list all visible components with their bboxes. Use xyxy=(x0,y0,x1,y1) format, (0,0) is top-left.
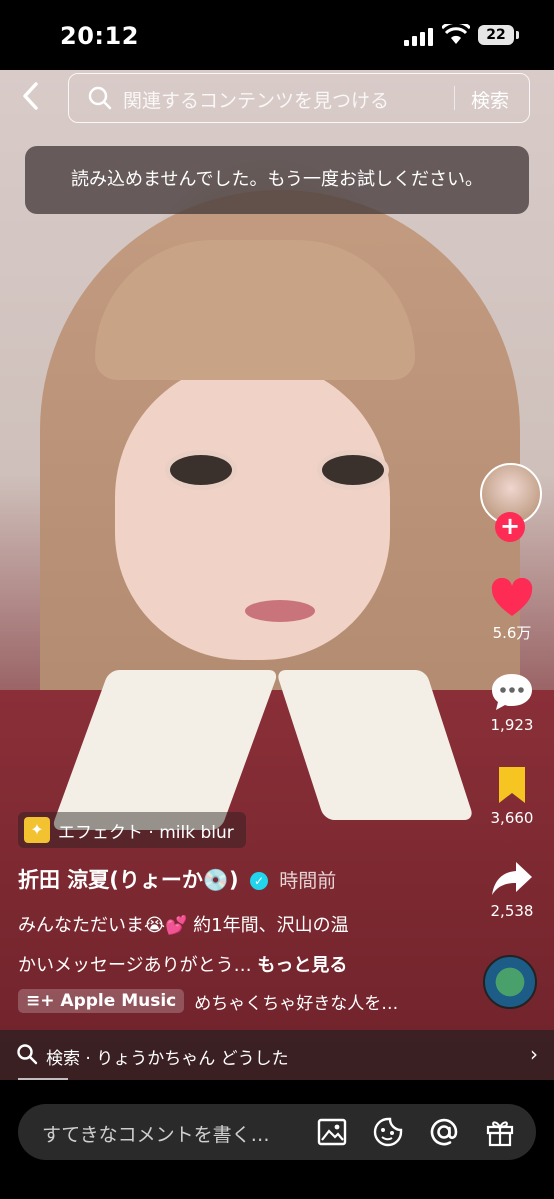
save-count: 3,660 xyxy=(490,809,534,827)
top-bar: 関連するコンテンツを見つける 検索 xyxy=(0,70,554,130)
search-button[interactable]: 検索 xyxy=(471,86,509,113)
follow-button[interactable]: + xyxy=(495,512,525,542)
save-button[interactable]: 3,660 xyxy=(476,765,548,827)
like-count: 5.6万 xyxy=(492,624,532,642)
battery-icon: 22 xyxy=(478,25,519,45)
apple-music-badge[interactable]: ≡+ Apple Music xyxy=(18,989,185,1013)
back-button[interactable] xyxy=(20,80,40,121)
effect-sparkle-icon: ✦ xyxy=(24,817,50,843)
author-row[interactable]: 折田 涼夏(りょーか💿) ✓ 時間前 xyxy=(18,864,336,894)
comment-button[interactable]: 1,923 xyxy=(476,672,548,734)
gift-icon[interactable] xyxy=(484,1116,516,1148)
comment-placeholder: すてきなコメントを書く… xyxy=(42,1124,270,1146)
share-arrow-icon xyxy=(492,862,532,895)
chevron-right-icon: › xyxy=(530,1042,538,1066)
music-title: めちゃくちゃ好きな人を… xyxy=(194,993,399,1014)
share-count: 2,538 xyxy=(490,902,534,920)
cellular-signal-icon xyxy=(404,28,436,46)
author-name: 折田 涼夏(りょーか💿) xyxy=(18,868,239,892)
error-toast: 読み込めませんでした。もう一度お試しください。 xyxy=(25,146,529,214)
heart-icon xyxy=(491,578,533,616)
related-search-text: 検索 · りょうかちゃん どうした xyxy=(46,1049,289,1069)
share-button[interactable]: 2,538 xyxy=(476,858,548,920)
image-icon[interactable] xyxy=(316,1116,348,1148)
like-button[interactable]: 5.6万 xyxy=(476,578,548,643)
mention-icon[interactable] xyxy=(428,1116,460,1148)
effect-label: エフェクト · milk blur xyxy=(58,822,234,843)
music-disc-icon[interactable] xyxy=(483,955,537,1009)
post-time: 時間前 xyxy=(279,870,337,892)
chevron-left-icon xyxy=(23,82,38,110)
related-search-bar[interactable]: 検索 · りょうかちゃん どうした › xyxy=(0,1030,554,1080)
comment-count: 1,923 xyxy=(490,716,534,734)
effect-tag[interactable]: ✦ エフェクト · milk blur xyxy=(18,812,246,848)
caption-line-1: みんなただいま😭💕 約1年間、沢山の温 xyxy=(18,915,349,936)
search-icon xyxy=(88,86,112,110)
search-placeholder: 関連するコンテンツを見つける xyxy=(123,90,390,112)
comment-icon xyxy=(492,674,532,710)
status-time: 20:12 xyxy=(60,22,139,50)
caption-line-2: かいメッセージありがとう… xyxy=(18,955,252,976)
status-bar: 20:12 22 xyxy=(0,0,554,70)
search-icon xyxy=(17,1044,38,1065)
search-input[interactable]: 関連するコンテンツを見つける 検索 xyxy=(68,73,530,123)
sticker-icon[interactable] xyxy=(372,1116,404,1148)
verified-badge-icon: ✓ xyxy=(249,872,268,890)
bookmark-icon xyxy=(499,767,525,803)
comment-input[interactable]: すてきなコメントを書く… xyxy=(18,1104,536,1160)
video-caption[interactable]: みんなただいま😭💕 約1年間、沢山の温 かいメッセージありがとう… もっと見る xyxy=(18,906,418,986)
see-more-link[interactable]: もっと見る xyxy=(257,955,347,976)
music-row[interactable]: ≡+ Apple Music めちゃくちゃ好きな人を… xyxy=(18,986,398,1016)
comment-bar: すてきなコメントを書く… xyxy=(0,1080,554,1199)
wifi-icon xyxy=(442,24,470,44)
